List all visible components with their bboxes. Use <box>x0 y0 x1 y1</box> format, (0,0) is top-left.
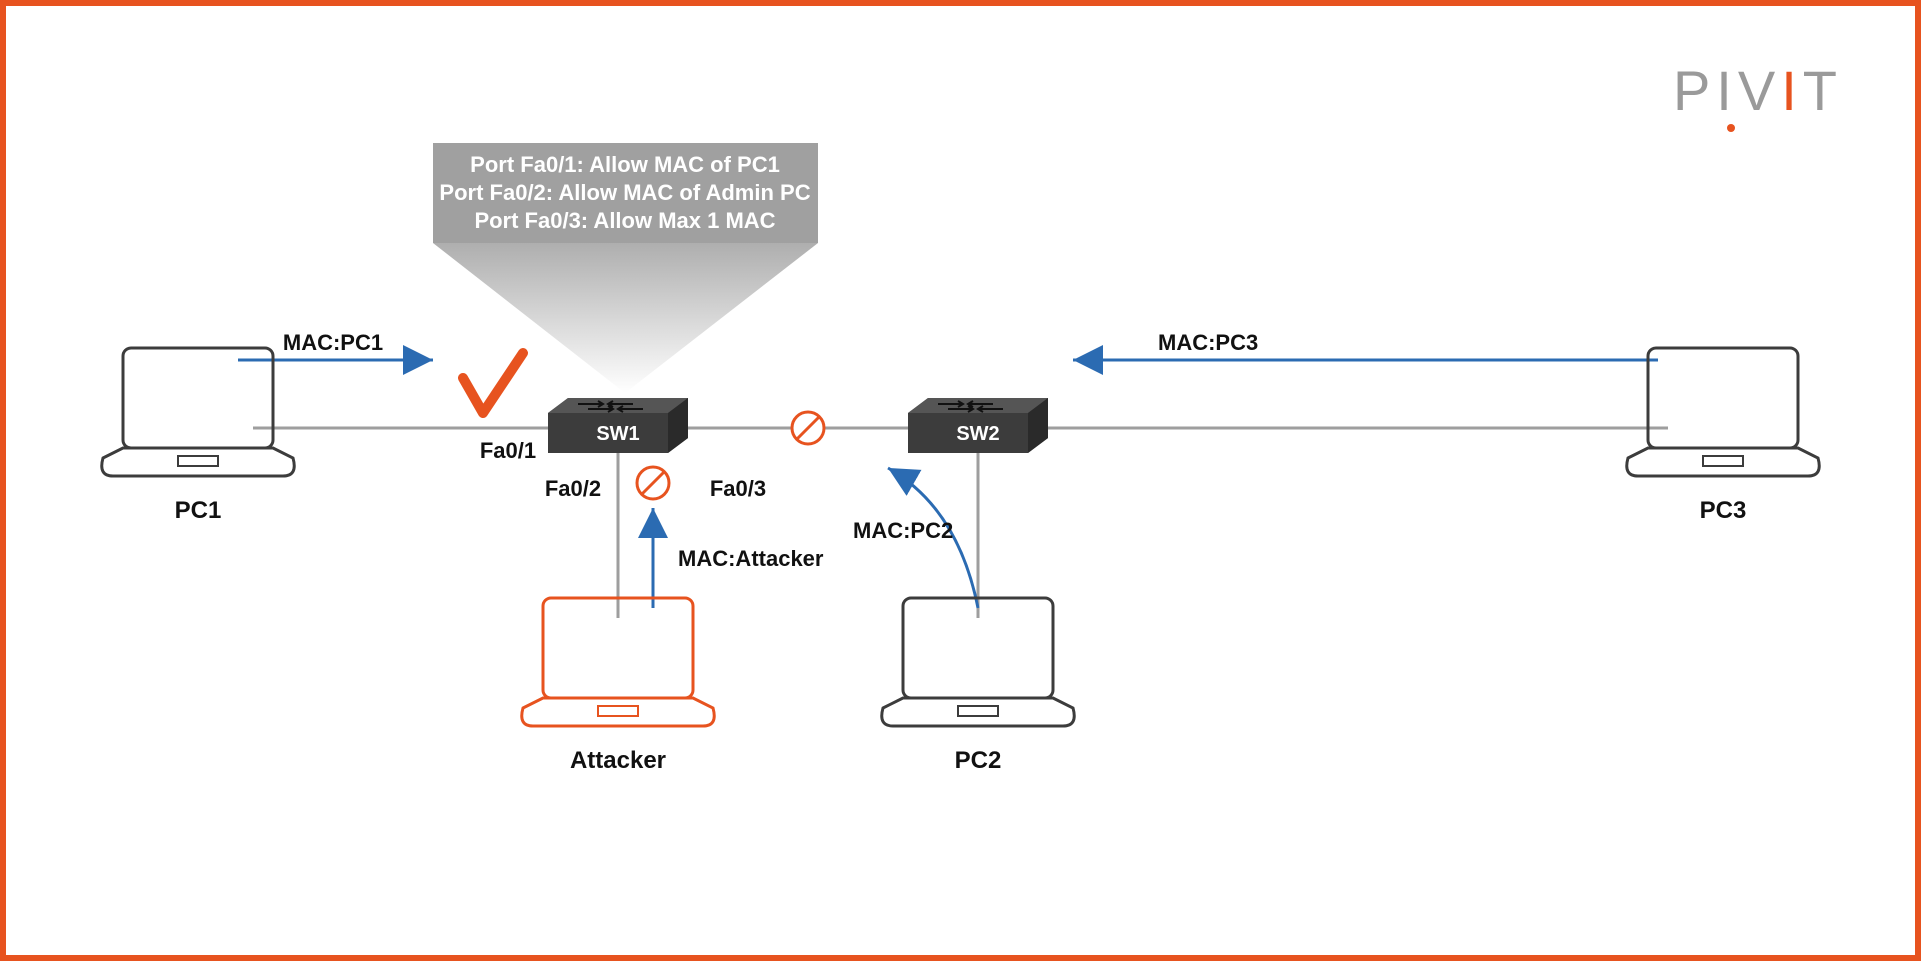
flow-pc3-label: MAC:PC3 <box>1158 330 1258 355</box>
rule-line-3: Port Fa0/3: Allow Max 1 MAC <box>474 208 775 233</box>
network-diagram: Port Fa0/1: Allow MAC of PC1 Port Fa0/2:… <box>38 38 1883 923</box>
flow-pc2-label: MAC:PC2 <box>853 518 953 543</box>
pc3-label: PC3 <box>1700 497 1747 524</box>
pc2-label: PC2 <box>955 747 1002 774</box>
checkmark-icon <box>463 353 523 413</box>
attacker-label: Attacker <box>570 747 666 774</box>
switch-sw2-label: SW2 <box>956 423 999 445</box>
port-fa03-label: Fa0/3 <box>710 476 766 501</box>
rule-line-2: Port Fa0/2: Allow MAC of Admin PC <box>439 180 810 205</box>
port-fa01-label: Fa0/1 <box>480 438 536 463</box>
flow-attacker-label: MAC:Attacker <box>678 546 824 571</box>
diagram-canvas: PIVIT <box>38 38 1883 923</box>
brand-logo: PIVIT <box>1673 58 1843 123</box>
brand-pre: PIV <box>1673 59 1781 122</box>
rules-callout: Port Fa0/1: Allow MAC of PC1 Port Fa0/2:… <box>433 143 818 393</box>
brand-accent: I <box>1781 59 1803 122</box>
laptop-pc3 <box>1627 348 1820 476</box>
block-icon-attacker <box>637 467 669 499</box>
switch-sw1: SW1 <box>548 398 688 453</box>
switch-sw2: SW2 <box>908 398 1048 453</box>
laptop-pc1 <box>102 348 295 476</box>
brand-dot-icon <box>1727 124 1735 132</box>
switch-sw1-label: SW1 <box>596 423 639 445</box>
pc1-label: PC1 <box>175 497 222 524</box>
flow-pc1-label: MAC:PC1 <box>283 330 383 355</box>
block-icon-sw1-sw2 <box>792 412 824 444</box>
diagram-frame: PIVIT <box>0 0 1921 961</box>
rule-line-1: Port Fa0/1: Allow MAC of PC1 <box>470 152 780 177</box>
port-fa02-label: Fa0/2 <box>545 476 601 501</box>
brand-post: T <box>1803 59 1843 122</box>
